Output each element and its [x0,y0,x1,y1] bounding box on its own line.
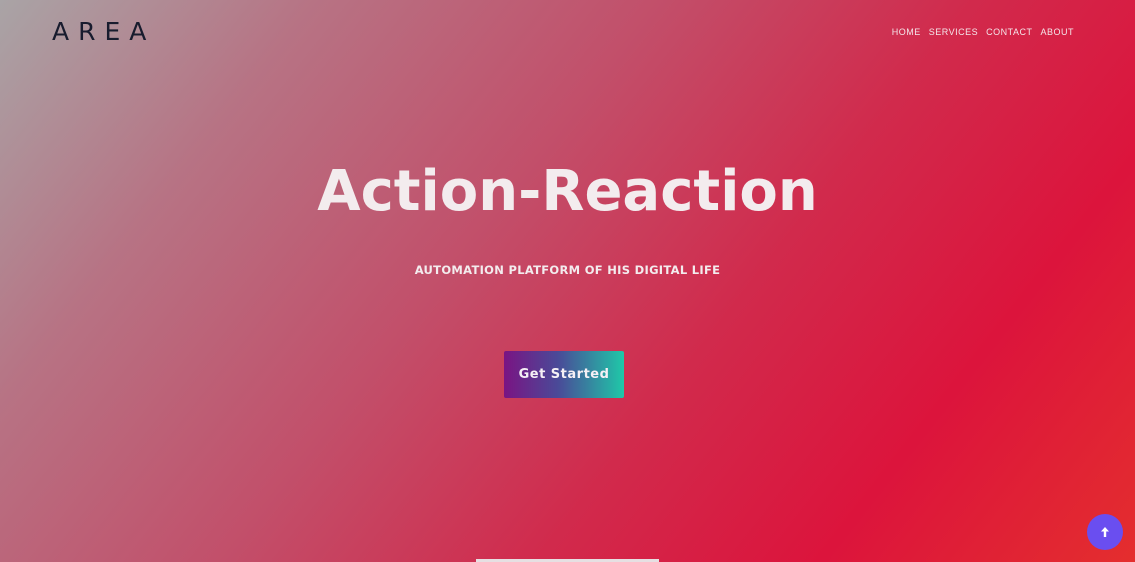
nav-home-link[interactable]: HOME [892,27,921,38]
nav-contact-link[interactable]: CONTACT [986,27,1032,38]
arrow-up-icon [1101,527,1109,537]
get-started-button[interactable]: Get Started [504,351,624,398]
hero-title: Action-Reaction [317,159,818,224]
main-nav: HOME SERVICES CONTACT ABOUT [892,27,1074,38]
nav-services-link[interactable]: SERVICES [929,27,978,38]
scroll-to-top-button[interactable] [1087,514,1123,550]
nav-about-link[interactable]: ABOUT [1040,27,1074,38]
site-logo[interactable]: AREA [52,17,155,47]
hero-subtitle: AUTOMATION PLATFORM OF HIS DIGITAL LIFE [414,263,721,277]
